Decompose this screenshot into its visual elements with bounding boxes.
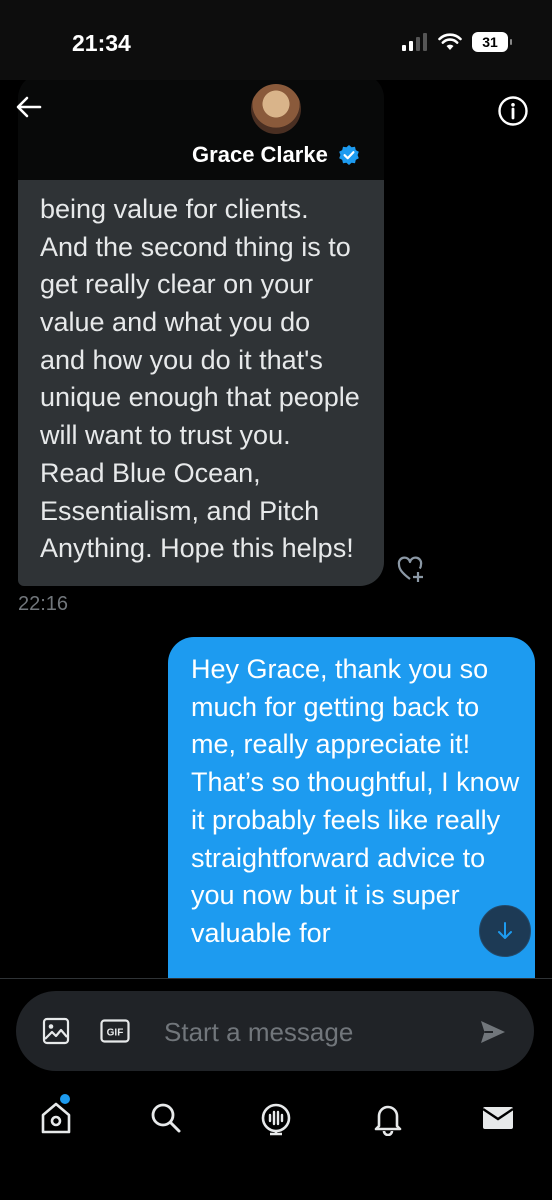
gif-button[interactable]: GIF bbox=[100, 1019, 130, 1043]
image-icon[interactable] bbox=[42, 1017, 70, 1045]
conversation[interactable]: being value for clients. And the second … bbox=[0, 80, 552, 978]
status-icons: 31 bbox=[402, 32, 512, 52]
composer-area: GIF bbox=[0, 978, 552, 1083]
message-timestamp: 22:16 bbox=[18, 593, 69, 615]
contact-name: Grace Clarke bbox=[192, 142, 328, 167]
battery-level: 31 bbox=[482, 34, 498, 50]
verified-badge-icon bbox=[339, 145, 359, 165]
bottom-navigation bbox=[0, 1082, 552, 1200]
notifications-icon[interactable] bbox=[370, 1100, 406, 1136]
contact-name-row[interactable]: Grace Clarke bbox=[0, 142, 552, 168]
scroll-to-bottom-button[interactable] bbox=[479, 905, 531, 957]
info-icon[interactable] bbox=[496, 94, 530, 128]
battery-indicator: 31 bbox=[472, 32, 512, 52]
gif-label: GIF bbox=[107, 1028, 124, 1039]
message-composer: GIF bbox=[16, 991, 534, 1071]
send-icon[interactable] bbox=[478, 1017, 508, 1047]
signal-icon bbox=[402, 33, 427, 51]
outgoing-message-text: Hey Grace, thank you so much for getting… bbox=[191, 654, 520, 948]
add-reaction-icon[interactable] bbox=[396, 554, 426, 584]
home-notification-dot bbox=[60, 1094, 70, 1104]
wifi-icon bbox=[438, 33, 462, 50]
incoming-message-text: being value for clients. And the second … bbox=[40, 193, 360, 564]
search-icon[interactable] bbox=[148, 1100, 184, 1136]
spaces-icon[interactable] bbox=[258, 1100, 294, 1136]
contact-avatar[interactable] bbox=[251, 84, 301, 134]
home-icon[interactable] bbox=[38, 1100, 74, 1136]
gif-icon: GIF bbox=[100, 1019, 130, 1043]
message-input[interactable] bbox=[162, 1011, 456, 1053]
status-bar: 21:34 31 bbox=[0, 0, 552, 80]
status-time: 21:34 bbox=[72, 30, 131, 56]
back-arrow-icon[interactable] bbox=[14, 92, 44, 122]
conversation-header: Grace Clarke bbox=[0, 80, 552, 180]
arrow-down-icon bbox=[498, 922, 512, 939]
messages-icon[interactable] bbox=[480, 1100, 516, 1136]
